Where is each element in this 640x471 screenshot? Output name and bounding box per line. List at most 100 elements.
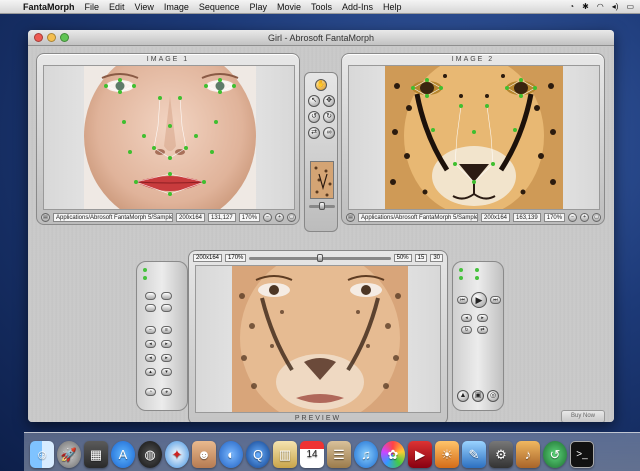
image1-fit-icon[interactable]: ▢ bbox=[287, 213, 297, 222]
terminal-icon[interactable]: >_ bbox=[570, 441, 594, 468]
menu-file[interactable]: File bbox=[80, 2, 105, 12]
finder-icon[interactable]: ☺ bbox=[30, 441, 54, 468]
rotate-left-icon[interactable]: ↺ bbox=[308, 111, 320, 123]
menu-view[interactable]: View bbox=[130, 2, 159, 12]
preview-icon[interactable]: ▥ bbox=[273, 441, 297, 468]
sequence-button-4[interactable] bbox=[161, 304, 172, 312]
sequence-button-2[interactable] bbox=[161, 292, 172, 300]
menu-tools[interactable]: Tools bbox=[306, 2, 337, 12]
morphed-face-image[interactable] bbox=[232, 266, 408, 412]
rotate-right-icon[interactable]: ↻ bbox=[323, 111, 335, 123]
bluetooth-icon[interactable]: ✱ bbox=[582, 2, 589, 11]
menu-help[interactable]: Help bbox=[378, 2, 407, 12]
select-tool-icon[interactable]: ↖ bbox=[308, 95, 320, 107]
image1-open-icon[interactable]: ▤ bbox=[41, 213, 50, 222]
launchpad-icon[interactable]: 🚀 bbox=[57, 441, 81, 468]
edit-button-10[interactable]: ◕ bbox=[161, 388, 172, 396]
buy-now-button[interactable]: Buy Now bbox=[561, 410, 605, 422]
calendar-icon[interactable]: 14 bbox=[300, 441, 324, 468]
window-titlebar[interactable]: Girl - Abrosoft FantaMorph bbox=[28, 30, 614, 46]
add-point-icon[interactable]: ✋ bbox=[315, 79, 327, 91]
dvd-icon[interactable]: ▶ bbox=[408, 441, 432, 468]
quicktime-icon[interactable]: Q bbox=[246, 441, 270, 468]
movie-button[interactable]: ▣ bbox=[472, 390, 484, 402]
right-indicator-3 bbox=[475, 268, 479, 272]
sequence-button-3[interactable] bbox=[145, 304, 156, 312]
cheetah-face-image[interactable] bbox=[385, 66, 563, 209]
menu-sequence[interactable]: Sequence bbox=[194, 2, 245, 12]
image2-zoom[interactable]: 170% bbox=[543, 213, 566, 222]
wifi-icon[interactable]: ◠ bbox=[597, 2, 604, 11]
edit-button-7[interactable]: ▴ bbox=[145, 368, 156, 376]
image2-photo[interactable] bbox=[385, 66, 563, 209]
menu-movie[interactable]: Movie bbox=[272, 2, 306, 12]
image1-photo[interactable] bbox=[84, 66, 256, 209]
image1-zoom-out-icon[interactable]: − bbox=[263, 213, 273, 222]
edit-button-2[interactable]: ≡ bbox=[161, 326, 172, 334]
last-frame-button[interactable]: ⏭ bbox=[490, 296, 501, 304]
settings-button[interactable]: ◎ bbox=[487, 390, 499, 402]
image2-zoom-out-icon[interactable]: − bbox=[568, 213, 578, 222]
battery-icon[interactable]: ▭ bbox=[626, 2, 634, 11]
edit-button-8[interactable]: ▾ bbox=[161, 368, 172, 376]
morph-progress-knob[interactable] bbox=[317, 253, 324, 262]
loop-button[interactable]: ↻ bbox=[461, 326, 472, 334]
image1-zoom[interactable]: 170% bbox=[238, 213, 261, 222]
image2-fit-icon[interactable]: ▢ bbox=[592, 213, 602, 222]
app-store-icon[interactable]: A bbox=[111, 441, 135, 468]
menu-edit[interactable]: Edit bbox=[104, 2, 130, 12]
zoom-window-button[interactable] bbox=[60, 33, 69, 42]
edit-button-4[interactable]: ▸ bbox=[161, 340, 172, 348]
preview-photo[interactable] bbox=[232, 266, 408, 412]
xcode-icon[interactable]: ✎ bbox=[462, 441, 486, 468]
minimize-window-button[interactable] bbox=[47, 33, 56, 42]
menu-add-ins[interactable]: Add-Ins bbox=[337, 2, 378, 12]
image1-path: Applications/Abrosoft FantaMorph 5/Sampl… bbox=[53, 213, 173, 222]
export-button[interactable]: ▲ bbox=[457, 390, 469, 402]
image1-zoom-in-icon[interactable]: + bbox=[275, 213, 285, 222]
itunes-icon[interactable]: ♫ bbox=[354, 441, 378, 468]
sequence-button-1[interactable] bbox=[145, 292, 156, 300]
photo-booth-icon[interactable]: ☻ bbox=[192, 441, 216, 468]
dashboard-icon[interactable]: ◍ bbox=[138, 441, 162, 468]
iphoto-icon[interactable]: ☀ bbox=[435, 441, 459, 468]
edit-button-6[interactable]: ▸ bbox=[161, 354, 172, 362]
preview-zoom[interactable]: 170% bbox=[225, 254, 247, 262]
instruments-icon[interactable]: ⚙ bbox=[489, 441, 513, 468]
contacts-icon[interactable]: ☰ bbox=[327, 441, 351, 468]
move-tool-icon[interactable]: ✥ bbox=[323, 95, 335, 107]
thumbnail-slider-knob[interactable] bbox=[319, 202, 325, 210]
next-frame-button[interactable]: ▸ bbox=[477, 314, 488, 322]
volume-icon[interactable]: ◂) bbox=[612, 2, 619, 11]
prev-frame-button[interactable]: ◂ bbox=[461, 314, 472, 322]
time-machine-icon[interactable]: ↺ bbox=[543, 441, 567, 468]
edit-button-3[interactable]: ◂ bbox=[145, 340, 156, 348]
thumbnail-slider[interactable] bbox=[309, 202, 335, 210]
image2-open-icon[interactable]: ▤ bbox=[346, 213, 355, 222]
photos-icon[interactable]: ✿ bbox=[381, 441, 405, 468]
play-button[interactable]: ▶ bbox=[471, 292, 487, 308]
edit-button-9[interactable]: ◔ bbox=[145, 388, 156, 396]
image1-title: IMAGE 1 bbox=[146, 56, 190, 63]
reverse-button[interactable]: ⇄ bbox=[477, 326, 488, 334]
safari-icon[interactable]: ✦ bbox=[165, 441, 189, 468]
menu-app-name[interactable]: FantaMorph bbox=[18, 2, 80, 12]
morph-thumbnail[interactable] bbox=[310, 161, 334, 199]
center-tools-panel: ✋ ↖ ✥ ↺ ↻ ⇄ ∞ bbox=[304, 72, 338, 232]
swap-images-icon[interactable]: ⇄ bbox=[308, 127, 320, 139]
link-images-icon[interactable]: ∞ bbox=[323, 127, 335, 139]
garageband-icon[interactable]: ♪ bbox=[516, 441, 540, 468]
image2-zoom-in-icon[interactable]: + bbox=[580, 213, 590, 222]
close-window-button[interactable] bbox=[34, 33, 43, 42]
edit-button-1[interactable]: − bbox=[145, 326, 156, 334]
menu-play[interactable]: Play bbox=[244, 2, 272, 12]
system-icon[interactable]: ▦ bbox=[84, 441, 108, 468]
first-frame-button[interactable]: ⏮ bbox=[457, 296, 468, 304]
menu-image[interactable]: Image bbox=[159, 2, 194, 12]
morph-progress-slider[interactable] bbox=[249, 253, 391, 262]
preview-toolbar: 200x164 170% 50% 15 30 bbox=[193, 253, 443, 263]
facetime-icon[interactable]: ◐ bbox=[219, 441, 243, 468]
clock-icon[interactable]: ◔ bbox=[569, 2, 574, 11]
edit-button-5[interactable]: ◂ bbox=[145, 354, 156, 362]
girl-face-image[interactable] bbox=[84, 66, 256, 209]
